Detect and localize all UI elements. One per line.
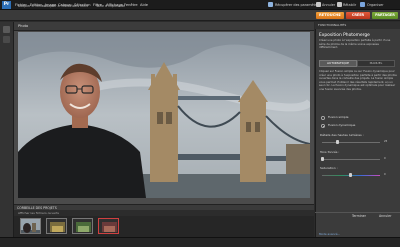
share-mode-button[interactable]: PARTAGER bbox=[372, 12, 398, 19]
undo-icon[interactable] bbox=[316, 2, 321, 7]
print-size-tab[interactable]: Taille d'impression bbox=[96, 3, 125, 9]
tab-manual[interactable]: MANUEL bbox=[357, 60, 395, 67]
highlight-details-slider[interactable] bbox=[322, 142, 380, 143]
dynamic-merge-label: Fusion dynamique bbox=[328, 123, 356, 127]
bin-thumbnail[interactable] bbox=[46, 218, 67, 234]
highlight-details-value: 25 bbox=[384, 140, 388, 143]
redo-button[interactable]: Rétablir bbox=[343, 2, 356, 8]
photo-canvas[interactable] bbox=[18, 32, 310, 198]
saturation-value: 0 bbox=[384, 173, 386, 176]
recover-icon[interactable] bbox=[268, 2, 273, 7]
panel-help-text: Cliquez sur Fusion simple ou sur Fusion … bbox=[319, 69, 397, 91]
panel-description: Créez une photo à l'exposition parfaite … bbox=[319, 38, 391, 50]
fit-screen-tab-2[interactable]: Adapter à l'écran bbox=[44, 3, 71, 9]
actual-pixels-tab[interactable]: Pixels réels bbox=[70, 3, 88, 9]
dynamic-merge-radio[interactable] bbox=[321, 124, 325, 128]
status-bar bbox=[0, 237, 400, 247]
create-mode-button[interactable]: CRÉER bbox=[346, 12, 370, 19]
shadows-label: Tons foncés : bbox=[320, 150, 340, 154]
fit-screen-tab[interactable]: Adapter à l'écran bbox=[18, 3, 45, 9]
zoom-tool-icon[interactable] bbox=[3, 26, 10, 33]
panel-tabs[interactable]: FONCTIONNALITÉS bbox=[315, 22, 400, 29]
simple-merge-label: Fusion simple bbox=[328, 115, 349, 119]
saturation-label: Saturation : bbox=[320, 166, 338, 170]
saturation-handle[interactable] bbox=[349, 173, 352, 177]
redo-icon[interactable] bbox=[337, 2, 342, 7]
highlight-details-label: Détails des hautes lumières : bbox=[320, 133, 364, 137]
simple-merge-radio[interactable] bbox=[321, 116, 325, 120]
photo-image bbox=[18, 32, 310, 198]
shadows-handle[interactable] bbox=[321, 157, 324, 161]
done-button[interactable]: Terminer bbox=[352, 214, 366, 218]
cancel-button[interactable]: Annuler bbox=[379, 214, 391, 218]
advanced-mode-link[interactable]: Mode avancé... bbox=[319, 232, 340, 236]
document-title: Photo bbox=[14, 22, 314, 31]
menu-help[interactable]: Aide bbox=[140, 2, 148, 8]
organizer-icon[interactable] bbox=[360, 2, 365, 7]
chevron-down-icon[interactable]: ▾ bbox=[339, 12, 344, 19]
effects-panel bbox=[315, 22, 400, 237]
shadows-slider[interactable] bbox=[322, 159, 380, 160]
highlight-details-handle[interactable] bbox=[336, 140, 339, 144]
bin-thumbnail-selected[interactable] bbox=[98, 218, 119, 234]
bin-thumbnail[interactable] bbox=[20, 218, 41, 234]
hand-tool-icon[interactable] bbox=[3, 36, 10, 43]
recover-settings-button[interactable]: Récupérer des paramètres bbox=[275, 2, 320, 8]
app-logo: Pr bbox=[2, 1, 11, 9]
tab-automatic[interactable]: AUTOMATIQUE bbox=[319, 60, 357, 67]
organizer-button[interactable]: Organiser bbox=[367, 2, 384, 8]
bin-thumbnail[interactable] bbox=[72, 218, 93, 234]
undo-button[interactable]: Annuler bbox=[322, 2, 335, 8]
shadows-value: 0 bbox=[384, 157, 386, 160]
toolbox bbox=[0, 22, 14, 237]
menu-window[interactable]: Fenêtre bbox=[124, 2, 138, 8]
